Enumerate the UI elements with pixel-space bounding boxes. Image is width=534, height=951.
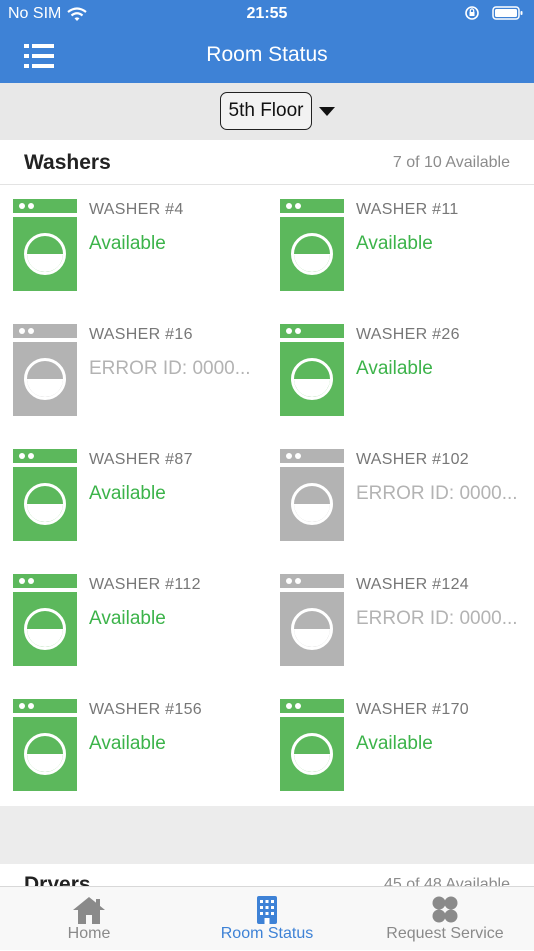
tab-request-service-label: Request Service bbox=[386, 925, 504, 942]
washer-icon bbox=[280, 449, 344, 541]
washer-status: Available bbox=[89, 233, 166, 254]
tab-home[interactable]: Home bbox=[0, 887, 178, 951]
washer-name: WASHER #87 bbox=[89, 451, 193, 468]
washer-name: WASHER #112 bbox=[89, 576, 201, 593]
washers-grid: WASHER #4 Available WASHER #11 Available… bbox=[0, 185, 534, 805]
clover-icon bbox=[432, 896, 458, 923]
washer-icon bbox=[13, 324, 77, 416]
tab-room-status-label: Room Status bbox=[220, 925, 314, 942]
washer-item[interactable]: WASHER #170 Available bbox=[280, 699, 534, 799]
dryers-heading: Dryers bbox=[24, 873, 91, 886]
orientation-lock-icon bbox=[465, 6, 479, 20]
washer-status: ERROR ID: 0000... bbox=[89, 358, 251, 379]
washer-status: Available bbox=[89, 733, 166, 754]
washer-name: WASHER #26 bbox=[356, 326, 460, 343]
clock: 21:55 bbox=[246, 5, 288, 22]
tab-room-status[interactable]: Room Status bbox=[178, 887, 356, 951]
washer-item[interactable]: WASHER #4 Available bbox=[13, 199, 273, 299]
washer-name: WASHER #4 bbox=[89, 201, 184, 218]
dryers-section-header: Dryers 45 of 48 Available bbox=[0, 864, 534, 886]
washer-name: WASHER #156 bbox=[89, 701, 202, 718]
washer-item[interactable]: WASHER #26 Available bbox=[280, 324, 534, 424]
washer-status: Available bbox=[356, 733, 433, 754]
washer-item[interactable]: WASHER #16 ERROR ID: 0000... bbox=[13, 324, 273, 424]
washer-name: WASHER #16 bbox=[89, 326, 193, 343]
washer-icon bbox=[13, 199, 77, 291]
washer-item[interactable]: WASHER #112 Available bbox=[13, 574, 273, 674]
washer-status: ERROR ID: 0000... bbox=[356, 608, 518, 629]
washer-item[interactable]: WASHER #87 Available bbox=[13, 449, 273, 549]
tab-home-label: Home bbox=[67, 925, 111, 942]
washer-status: Available bbox=[356, 358, 433, 379]
section-spacer bbox=[0, 806, 534, 864]
floor-select[interactable]: 5th Floor bbox=[220, 92, 312, 130]
building-icon bbox=[257, 896, 277, 924]
washers-available-count: 7 of 10 Available bbox=[392, 154, 510, 171]
washer-icon bbox=[280, 699, 344, 791]
washer-icon bbox=[13, 449, 77, 541]
tab-request-service[interactable]: Request Service bbox=[356, 887, 534, 951]
floor-selector-bar: 5th Floor bbox=[0, 83, 534, 140]
page-title: Room Status bbox=[206, 43, 328, 66]
washer-status: Available bbox=[356, 233, 433, 254]
chevron-down-icon[interactable] bbox=[319, 107, 335, 116]
washer-icon bbox=[280, 574, 344, 666]
washer-icon bbox=[13, 699, 77, 791]
dryers-available-count: 45 of 48 Available bbox=[383, 876, 510, 886]
nav-bar: Room Status bbox=[0, 30, 534, 83]
washer-icon bbox=[280, 324, 344, 416]
washer-item[interactable]: WASHER #102 ERROR ID: 0000... bbox=[280, 449, 534, 549]
washer-item[interactable]: WASHER #124 ERROR ID: 0000... bbox=[280, 574, 534, 674]
washer-name: WASHER #11 bbox=[356, 201, 459, 218]
washer-name: WASHER #102 bbox=[356, 451, 469, 468]
home-icon bbox=[73, 897, 105, 924]
washer-icon bbox=[280, 199, 344, 291]
status-bar: No SIM 21:55 bbox=[0, 0, 534, 30]
washer-item[interactable]: WASHER #11 Available bbox=[280, 199, 534, 299]
washer-item[interactable]: WASHER #156 Available bbox=[13, 699, 273, 799]
washer-icon bbox=[13, 574, 77, 666]
washer-status: Available bbox=[89, 483, 166, 504]
washers-section-header: Washers 7 of 10 Available bbox=[0, 140, 534, 185]
tab-bar: Home Room Status Request Service bbox=[0, 886, 534, 950]
washer-name: WASHER #170 bbox=[356, 701, 469, 718]
battery-icon bbox=[492, 6, 523, 20]
washers-heading: Washers bbox=[24, 151, 111, 174]
washer-status: ERROR ID: 0000... bbox=[356, 483, 518, 504]
washer-status: Available bbox=[89, 608, 166, 629]
washer-name: WASHER #124 bbox=[356, 576, 469, 593]
status-right bbox=[464, 5, 524, 21]
